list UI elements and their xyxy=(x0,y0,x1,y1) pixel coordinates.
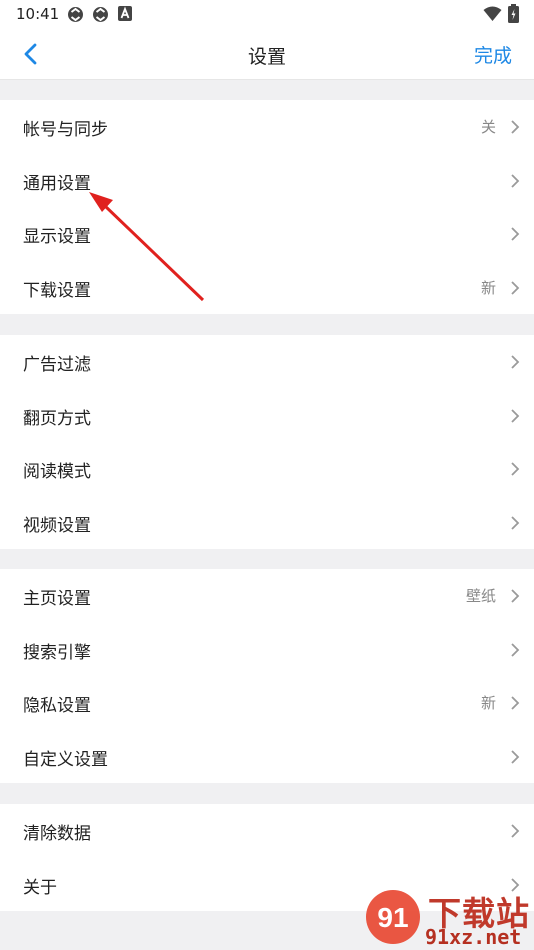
done-button[interactable]: 完成 xyxy=(474,41,512,68)
chevron-right-icon xyxy=(511,280,520,295)
settings-item-label: 搜索引擎 xyxy=(23,642,91,663)
settings-item-general[interactable]: 通用设置 xyxy=(0,154,534,208)
settings-item-label: 翻页方式 xyxy=(23,408,91,429)
chevron-right-icon xyxy=(511,173,520,188)
settings-item-download[interactable]: 下载设置 新 xyxy=(0,261,534,315)
settings-item-account-sync[interactable]: 帐号与同步 关 xyxy=(0,100,534,154)
settings-item-homepage[interactable]: 主页设置 壁纸 xyxy=(0,569,534,623)
settings-item-ad-filter[interactable]: 广告过滤 xyxy=(0,335,534,389)
chevron-right-icon xyxy=(511,462,520,476)
chevron-right-icon xyxy=(511,355,520,369)
settings-item-display[interactable]: 显示设置 xyxy=(0,207,534,261)
chevron-right-icon xyxy=(511,642,520,657)
settings-item-value: 关 xyxy=(480,118,496,136)
settings-item-custom[interactable]: 自定义设置 xyxy=(0,730,534,784)
settings-item-video[interactable]: 视频设置 xyxy=(0,496,534,550)
settings-item-value: 新 xyxy=(480,278,496,297)
settings-item-label: 显示设置 xyxy=(23,227,91,247)
settings-item-value: 新 xyxy=(480,694,496,712)
settings-group-reading: 广告过滤 翻页方式 阅读模式 视频设置 xyxy=(0,335,534,549)
chevron-right-icon xyxy=(511,120,520,134)
settings-item-label: 关于 xyxy=(23,877,57,898)
settings-item-label: 广告过滤 xyxy=(23,355,91,375)
settings-item-label: 清除数据 xyxy=(23,824,91,844)
chevron-right-icon xyxy=(511,696,520,710)
battery-icon xyxy=(508,4,519,23)
status-time: 10:41 xyxy=(16,5,60,23)
svg-text:91: 91 xyxy=(377,902,408,933)
settings-item-reading-mode[interactable]: 阅读模式 xyxy=(0,442,534,496)
settings-item-search-engine[interactable]: 搜索引擎 xyxy=(0,623,534,677)
settings-group-home: 主页设置 壁纸 搜索引擎 隐私设置 新 自定义设置 xyxy=(0,569,534,783)
settings-group-account: 帐号与同步 关 通用设置 显示设置 下载设置 新 xyxy=(0,100,534,314)
sync-icon xyxy=(93,7,108,22)
status-bar: 10:41 xyxy=(0,0,534,28)
settings-item-label: 帐号与同步 xyxy=(23,120,108,140)
wifi-icon xyxy=(483,6,502,21)
settings-item-label: 自定义设置 xyxy=(23,749,108,770)
settings-item-label: 视频设置 xyxy=(23,515,91,536)
watermark-site: 91xz.net xyxy=(425,925,522,949)
page-title: 设置 xyxy=(247,46,286,68)
watermark-logo: 91 xyxy=(366,890,420,944)
settings-item-clear-data[interactable]: 清除数据 xyxy=(0,804,534,858)
settings-item-privacy[interactable]: 隐私设置 新 xyxy=(0,676,534,730)
settings-item-value: 壁纸 xyxy=(465,587,496,605)
top-nav-bar: 设置 完成 xyxy=(0,28,534,80)
chevron-right-icon xyxy=(511,408,520,423)
chevron-right-icon xyxy=(511,227,520,241)
settings-item-page-turn[interactable]: 翻页方式 xyxy=(0,389,534,443)
settings-item-label: 通用设置 xyxy=(23,173,91,194)
settings-item-label: 主页设置 xyxy=(23,589,91,609)
sync-icon xyxy=(68,7,83,22)
notification-a-icon xyxy=(118,6,132,21)
chevron-right-icon xyxy=(511,749,520,764)
chevron-right-icon xyxy=(511,589,520,603)
settings-item-label: 下载设置 xyxy=(23,280,91,301)
settings-item-label: 阅读模式 xyxy=(23,462,91,482)
settings-item-label: 隐私设置 xyxy=(23,696,91,716)
chevron-right-icon xyxy=(511,824,520,838)
chevron-right-icon xyxy=(511,515,520,530)
